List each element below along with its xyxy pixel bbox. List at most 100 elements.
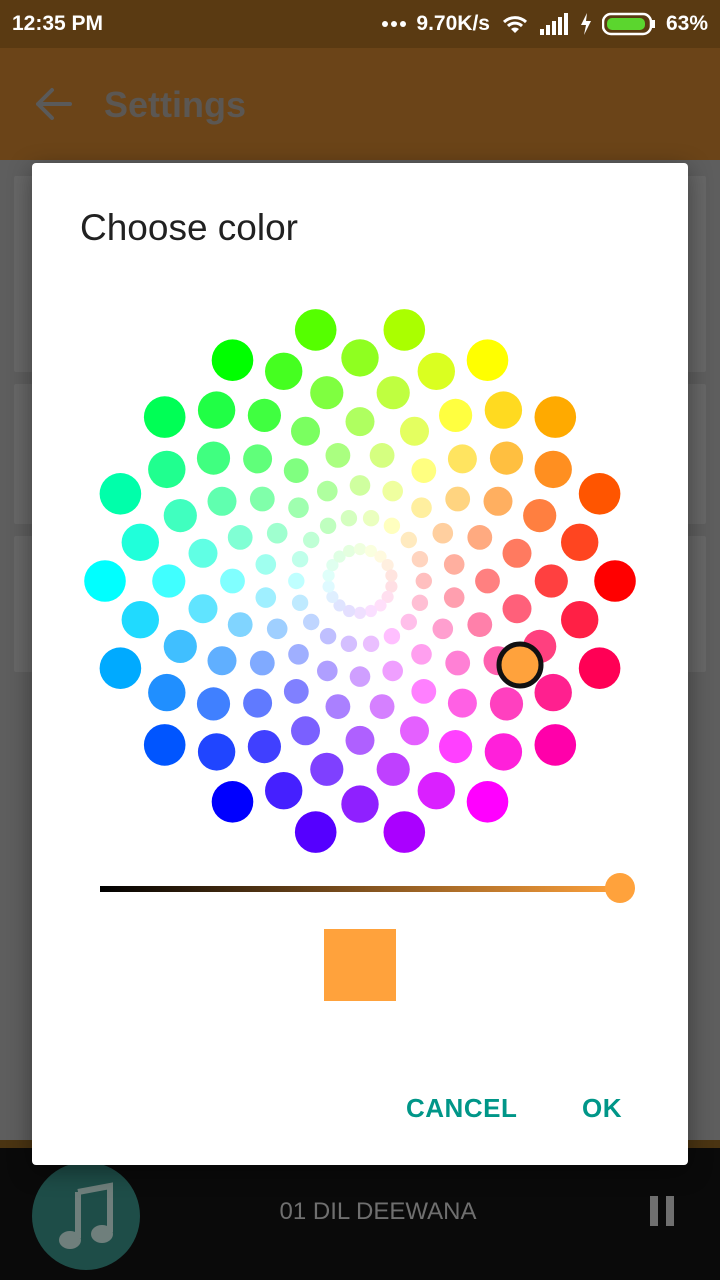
pause-icon[interactable] [648, 1196, 676, 1226]
color-swatch[interactable] [303, 531, 320, 549]
color-swatch[interactable] [247, 398, 281, 432]
color-swatch[interactable] [322, 580, 335, 593]
color-swatch[interactable] [362, 510, 380, 527]
color-swatch[interactable] [385, 580, 398, 593]
color-swatch[interactable] [594, 560, 636, 602]
color-swatch[interactable] [163, 629, 197, 663]
color-swatch[interactable] [322, 569, 335, 582]
color-swatch[interactable] [266, 522, 288, 544]
color-swatch[interactable] [255, 554, 277, 575]
color-swatch[interactable] [227, 612, 253, 637]
color-swatch[interactable] [325, 694, 351, 719]
color-swatch[interactable] [483, 486, 513, 516]
color-swatch[interactable] [400, 613, 417, 631]
color-swatch[interactable] [411, 679, 437, 704]
color-swatch[interactable] [266, 618, 288, 640]
color-swatch[interactable] [148, 673, 186, 712]
color-swatch[interactable] [484, 391, 523, 429]
color-swatch[interactable] [341, 339, 379, 377]
color-swatch[interactable] [188, 538, 218, 568]
arrow-left-icon[interactable] [34, 84, 78, 124]
color-swatch[interactable] [188, 594, 218, 624]
color-swatch[interactable] [400, 416, 429, 446]
color-swatch[interactable] [415, 572, 432, 590]
color-swatch[interactable] [345, 725, 375, 755]
color-swatch[interactable] [432, 522, 454, 544]
color-swatch[interactable] [317, 480, 338, 502]
color-swatch[interactable] [340, 635, 358, 652]
color-swatch[interactable] [369, 694, 395, 719]
color-swatch[interactable] [381, 559, 394, 572]
color-swatch[interactable] [291, 551, 309, 568]
color-swatch[interactable] [445, 650, 471, 676]
color-swatch[interactable] [310, 376, 344, 410]
color-swatch[interactable] [362, 635, 380, 652]
color-swatch[interactable] [382, 480, 404, 502]
color-swatch[interactable] [343, 544, 356, 558]
color-swatch[interactable] [99, 473, 142, 515]
ok-button[interactable]: OK [582, 1093, 622, 1124]
color-swatch[interactable] [317, 660, 338, 682]
color-swatch[interactable] [411, 458, 437, 483]
color-swatch[interactable] [121, 601, 159, 639]
color-swatch[interactable] [249, 486, 275, 512]
color-swatch[interactable] [369, 443, 395, 468]
color-swatch[interactable] [364, 604, 377, 618]
brightness-slider-thumb[interactable] [605, 873, 635, 903]
color-swatch[interactable] [349, 475, 371, 496]
color-swatch[interactable] [489, 687, 524, 721]
color-swatch[interactable] [265, 772, 303, 810]
color-swatch[interactable] [325, 443, 351, 468]
color-swatch[interactable] [211, 781, 254, 823]
color-swatch[interactable] [534, 564, 568, 598]
color-swatch[interactable] [376, 752, 410, 786]
color-swatch[interactable] [475, 568, 500, 594]
color-swatch[interactable] [578, 647, 621, 689]
color-swatch[interactable] [432, 618, 454, 640]
color-swatch[interactable] [411, 644, 432, 665]
color-swatch[interactable] [443, 554, 465, 575]
color-swatch[interactable] [152, 564, 186, 598]
color-swatch[interactable] [502, 594, 532, 624]
color-swatch[interactable] [534, 724, 577, 766]
color-swatch[interactable] [417, 772, 455, 810]
color-swatch[interactable] [319, 517, 337, 534]
color-swatch[interactable] [255, 587, 277, 608]
color-swatch[interactable] [326, 590, 339, 603]
color-swatch[interactable] [303, 613, 320, 631]
color-swatch[interactable] [578, 473, 621, 515]
brightness-slider[interactable] [100, 886, 620, 892]
color-swatch[interactable] [400, 531, 417, 549]
color-swatch[interactable] [443, 587, 465, 608]
color-swatch[interactable] [382, 660, 404, 682]
color-swatch[interactable] [383, 309, 426, 351]
color-swatch[interactable] [534, 450, 572, 489]
color-swatch[interactable] [445, 486, 471, 512]
color-swatch[interactable] [447, 688, 477, 718]
color-swatch[interactable] [288, 572, 305, 590]
color-swatch[interactable] [227, 525, 253, 550]
color-swatch[interactable] [197, 391, 236, 429]
color-swatch[interactable] [196, 441, 231, 475]
color-swatch[interactable] [341, 785, 379, 823]
color-swatch[interactable] [294, 811, 337, 853]
color-swatch[interactable] [534, 673, 572, 712]
color-wheel[interactable] [32, 163, 688, 1165]
color-swatch[interactable] [466, 339, 509, 381]
color-swatch[interactable] [283, 458, 309, 483]
color-swatch[interactable] [243, 688, 273, 718]
color-swatch[interactable] [310, 752, 344, 786]
color-swatch[interactable] [489, 441, 524, 475]
color-swatch[interactable] [197, 733, 236, 771]
color-swatch[interactable] [247, 730, 281, 764]
color-swatch[interactable] [561, 601, 599, 639]
color-swatch[interactable] [417, 352, 455, 390]
color-swatch[interactable] [340, 510, 358, 527]
color-swatch[interactable] [148, 450, 186, 489]
color-swatch[interactable] [534, 396, 577, 438]
color-swatch[interactable] [243, 444, 273, 474]
color-swatch[interactable] [383, 811, 426, 853]
color-swatch[interactable] [143, 396, 186, 438]
color-swatch[interactable] [207, 646, 237, 676]
color-swatch[interactable] [99, 647, 142, 689]
